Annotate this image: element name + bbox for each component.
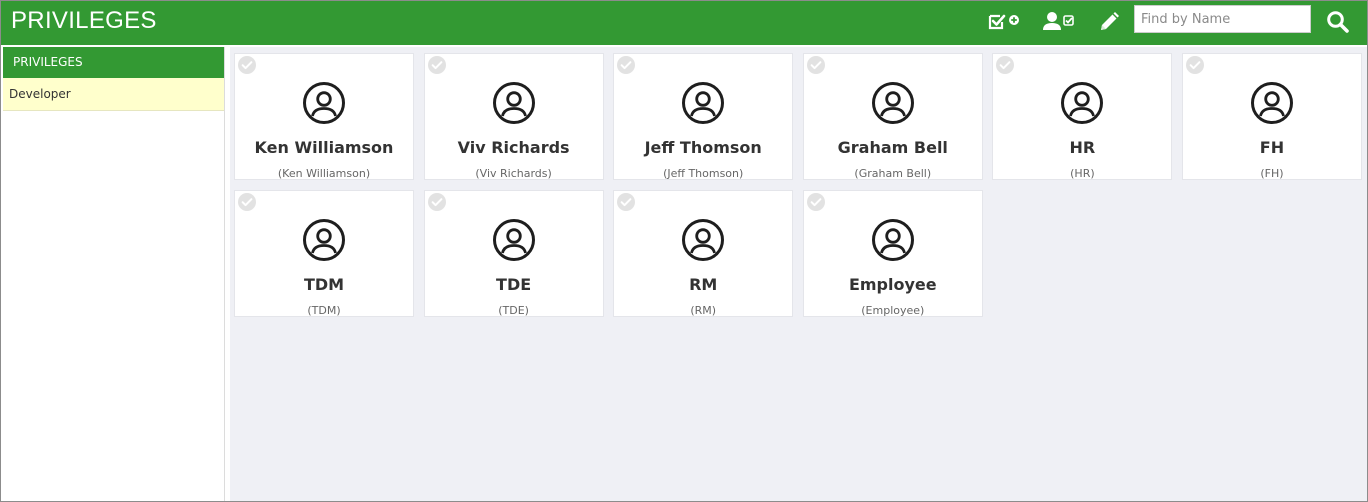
user-avatar-icon: [492, 81, 536, 129]
card-name: RM: [689, 275, 718, 294]
user-card[interactable]: FH (FH): [1181, 53, 1362, 180]
card-subtitle: (TDM): [307, 304, 341, 317]
sidebar-item-developer[interactable]: Developer: [3, 78, 224, 111]
card-subtitle: (TDE): [498, 304, 529, 317]
card-name: TDE: [496, 275, 532, 294]
user-avatar-icon: [1250, 81, 1294, 129]
add-privilege-icon[interactable]: [987, 8, 1021, 36]
check-circle-icon[interactable]: [995, 55, 1015, 79]
card-name: Viv Richards: [457, 138, 570, 157]
app-window: PRIVILEGES Find by Name PRIVILEGES Devel…: [0, 0, 1368, 502]
user-avatar-icon: [681, 218, 725, 266]
user-card[interactable]: HR (HR): [992, 53, 1173, 180]
user-card[interactable]: Viv Richards (Viv Richards): [423, 53, 604, 180]
card-subtitle: (HR): [1070, 167, 1095, 180]
card-subtitle: (Employee): [861, 304, 925, 317]
card-subtitle: (Jeff Thomson): [663, 167, 744, 180]
check-circle-icon[interactable]: [427, 55, 447, 79]
check-circle-icon[interactable]: [806, 192, 826, 216]
check-circle-icon[interactable]: [616, 192, 636, 216]
user-card[interactable]: TDE (TDE): [423, 190, 604, 317]
top-bar: PRIVILEGES: [1, 1, 1367, 45]
user-avatar-icon: [871, 81, 915, 129]
user-card[interactable]: TDM (TDM): [234, 190, 414, 317]
check-circle-icon[interactable]: [616, 55, 636, 79]
search-input[interactable]: [1134, 5, 1311, 33]
card-subtitle: (Graham Bell): [854, 167, 932, 180]
check-circle-icon[interactable]: [427, 192, 447, 216]
user-card[interactable]: Employee (Employee): [802, 190, 983, 317]
card-name: FH: [1259, 138, 1285, 157]
user-avatar-icon: [302, 218, 346, 266]
user-avatar-icon: [302, 81, 346, 129]
edit-pencil-icon[interactable]: [1092, 8, 1126, 36]
privilege-card-grid: Ken Williamson (Ken Williamson) Viv Rich…: [234, 53, 1362, 317]
page-title: PRIVILEGES: [11, 7, 157, 34]
card-name: Employee: [848, 275, 937, 294]
sidebar-header: PRIVILEGES: [3, 47, 224, 78]
card-name: Jeff Thomson: [644, 138, 762, 157]
card-name: Ken Williamson: [254, 138, 394, 157]
check-circle-icon[interactable]: [237, 192, 257, 216]
user-card[interactable]: Ken Williamson (Ken Williamson): [234, 53, 414, 180]
user-avatar-icon: [492, 218, 536, 266]
user-avatar-icon: [1060, 81, 1104, 129]
check-circle-icon[interactable]: [1185, 55, 1205, 79]
card-subtitle: (FH): [1260, 167, 1284, 180]
user-card[interactable]: RM (RM): [613, 190, 794, 317]
card-subtitle: (RM): [690, 304, 717, 317]
user-avatar-icon: [681, 81, 725, 129]
card-name: TDM: [303, 275, 345, 294]
content-area: Ken Williamson (Ken Williamson) Viv Rich…: [230, 47, 1367, 501]
check-circle-icon[interactable]: [806, 55, 826, 79]
user-avatar-icon: [871, 218, 915, 266]
sidebar: PRIVILEGES Developer: [3, 47, 225, 501]
user-card[interactable]: Jeff Thomson (Jeff Thomson): [613, 53, 794, 180]
card-name: HR: [1069, 138, 1096, 157]
check-circle-icon[interactable]: [237, 55, 257, 79]
user-card[interactable]: Graham Bell (Graham Bell): [802, 53, 983, 180]
assign-user-icon[interactable]: [1043, 8, 1077, 36]
card-name: Graham Bell: [837, 138, 948, 157]
card-subtitle: (Viv Richards): [475, 167, 552, 180]
card-subtitle: (Ken Williamson): [277, 167, 371, 180]
search-icon[interactable]: [1321, 8, 1355, 36]
